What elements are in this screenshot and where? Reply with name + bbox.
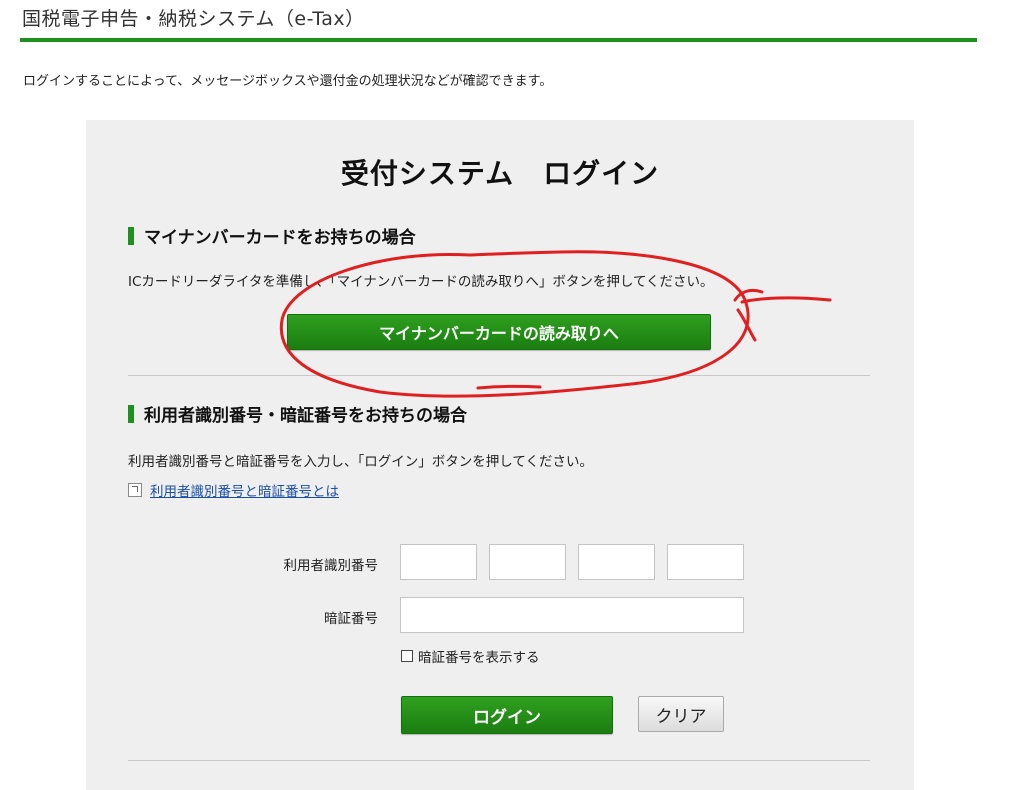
password-field[interactable]: [400, 597, 744, 633]
show-password-checkbox[interactable]: [401, 650, 413, 662]
heading-bar: [128, 404, 134, 423]
user-id-field-2[interactable]: [489, 544, 566, 580]
title-underline: [20, 38, 977, 42]
mynumber-heading-text: マイナンバーカードをお持ちの場合: [144, 228, 416, 248]
user-id-field-4[interactable]: [667, 544, 744, 580]
bottom-divider: [128, 760, 870, 761]
user-id-label: 利用者識別番号: [283, 558, 379, 574]
intro-text: ログインすることによって、メッセージボックスや還付金の処理状況などが確認できます…: [23, 74, 553, 89]
show-password-label[interactable]: 暗証番号を表示する: [418, 646, 540, 666]
id-password-description: 利用者識別番号と暗証番号を入力し、「ログイン」ボタンを押してください。: [128, 454, 593, 470]
id-password-help-link[interactable]: 利用者識別番号と暗証番号とは: [150, 480, 339, 500]
mynumber-card-button[interactable]: マイナンバーカードの読み取りへ: [287, 314, 711, 350]
external-link-icon: [128, 483, 142, 497]
panel-title: 受付システム ログイン: [340, 157, 660, 190]
site-title: 国税電子申告・納税システム（e-Tax）: [22, 8, 365, 30]
login-panel: 受付システム ログイン マイナンバーカードをお持ちの場合 ICカードリーダライタ…: [86, 120, 914, 790]
mynumber-section-heading: マイナンバーカードをお持ちの場合: [128, 223, 416, 248]
login-button[interactable]: ログイン: [401, 696, 613, 734]
id-password-section-heading: 利用者識別番号・暗証番号をお持ちの場合: [128, 401, 467, 426]
password-label: 暗証番号: [324, 611, 378, 627]
heading-bar: [128, 226, 134, 245]
help-link-row: 利用者識別番号と暗証番号とは: [128, 480, 339, 500]
user-id-field-1[interactable]: [400, 544, 477, 580]
clear-button[interactable]: クリア: [638, 696, 724, 732]
show-password-row[interactable]: 暗証番号を表示する: [401, 646, 540, 666]
user-id-field-3[interactable]: [578, 544, 655, 580]
mynumber-description: ICカードリーダライタを準備し、「マイナンバーカードの読み取りへ」ボタンを押して…: [128, 274, 714, 290]
id-password-heading-text: 利用者識別番号・暗証番号をお持ちの場合: [144, 406, 467, 426]
section-divider: [128, 375, 870, 376]
